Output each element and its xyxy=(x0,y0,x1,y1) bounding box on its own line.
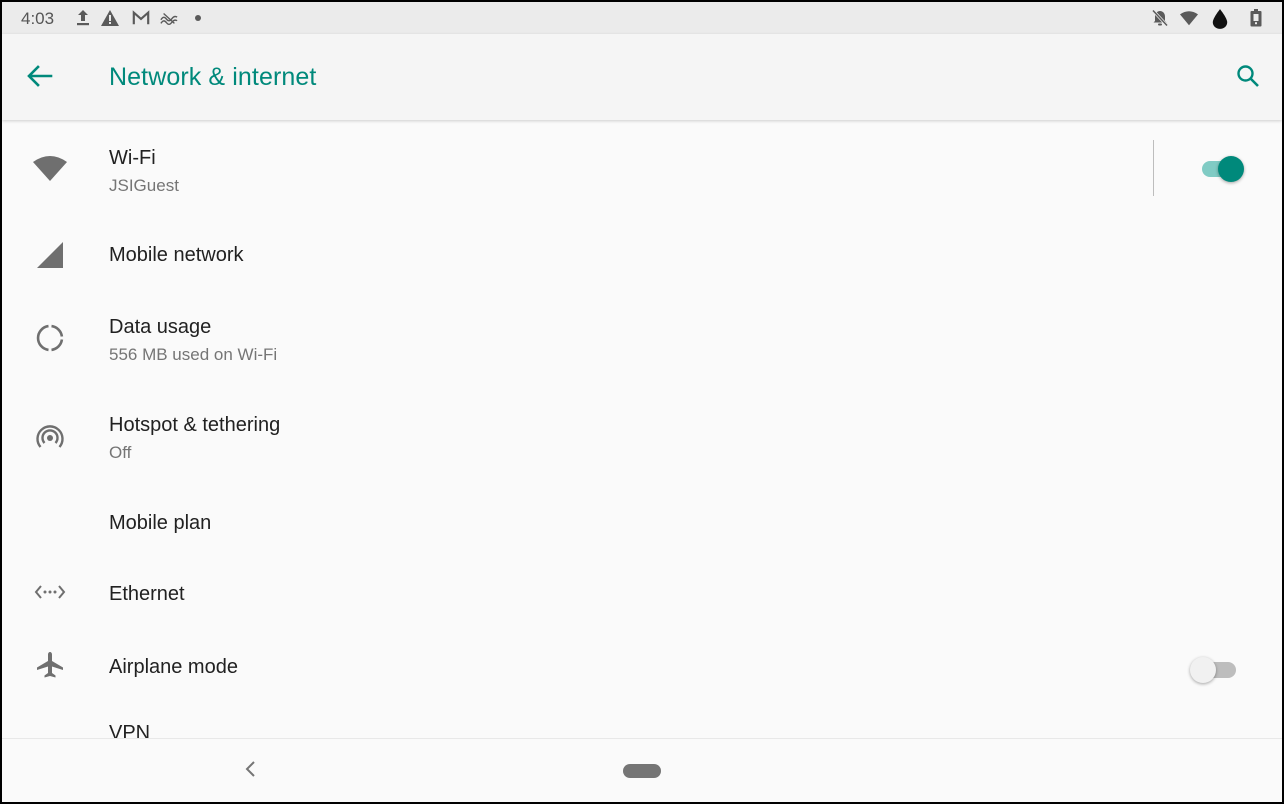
wifi-network-name: JSIGuest xyxy=(109,176,179,195)
list-item-mobile-network[interactable]: Mobile network xyxy=(2,216,1282,288)
search-icon xyxy=(1236,64,1260,93)
list-item-ethernet[interactable]: Ethernet xyxy=(2,556,1282,628)
hotspot-status: Off xyxy=(109,443,132,462)
data-usage-icon xyxy=(32,320,68,356)
hotspot-label: Hotspot & tethering xyxy=(109,414,281,436)
list-item-mobile-plan[interactable]: Mobile plan xyxy=(2,484,1282,556)
navigation-bar xyxy=(2,738,1282,802)
warning-icon xyxy=(101,9,119,27)
wifi-toggle[interactable] xyxy=(1198,154,1244,184)
gmail-icon xyxy=(132,9,150,27)
mobile-network-label: Mobile network xyxy=(109,244,244,266)
home-pill-icon[interactable] xyxy=(623,764,661,778)
ethernet-label: Ethernet xyxy=(109,583,185,605)
cell-signal-icon xyxy=(32,237,68,273)
dot-icon xyxy=(189,9,207,27)
airplane-mode-label: Airplane mode xyxy=(109,656,238,678)
list-item-airplane-mode[interactable]: Airplane mode xyxy=(2,628,1282,700)
wifi-icon xyxy=(32,150,68,186)
arrow-back-icon xyxy=(27,64,53,92)
airplane-mode-toggle[interactable] xyxy=(1190,655,1236,685)
nav-back-button[interactable] xyxy=(236,757,264,785)
settings-list: Wi-Fi JSIGuest Mobile network Data usage… xyxy=(2,120,1282,744)
toggle-thumb xyxy=(1218,156,1244,182)
status-bar: 4:03 xyxy=(2,2,1282,34)
search-button[interactable] xyxy=(1230,60,1266,96)
water-drop-icon xyxy=(1211,6,1229,32)
airplane-icon xyxy=(32,647,68,683)
list-item-wifi[interactable]: Wi-Fi JSIGuest xyxy=(2,120,1282,216)
divider xyxy=(1153,140,1154,196)
nav-back-icon xyxy=(244,760,256,783)
data-usage-summary: 556 MB used on Wi-Fi xyxy=(109,345,278,364)
status-time: 4:03 xyxy=(21,9,55,28)
wifi-label: Wi-Fi xyxy=(109,147,156,169)
hotspot-icon xyxy=(32,420,68,456)
ethernet-icon xyxy=(32,574,68,610)
app-bar: Network & internet xyxy=(2,34,1282,120)
notifications-off-icon xyxy=(1151,9,1169,27)
android-screen: 4:03 Network & internet Wi-Fi JSIGuest M… xyxy=(2,2,1282,802)
no-signal-icon xyxy=(160,9,178,27)
mobile-plan-label: Mobile plan xyxy=(109,512,212,534)
battery-icon xyxy=(1247,9,1265,27)
toggle-thumb xyxy=(1190,657,1216,683)
wifi-status-icon xyxy=(1180,9,1198,27)
data-usage-label: Data usage xyxy=(109,316,212,338)
list-item-data-usage[interactable]: Data usage 556 MB used on Wi-Fi xyxy=(2,288,1282,386)
upload-icon xyxy=(74,9,92,27)
list-item-hotspot[interactable]: Hotspot & tethering Off xyxy=(2,386,1282,484)
page-title: Network & internet xyxy=(109,63,317,91)
back-button[interactable] xyxy=(22,60,58,96)
